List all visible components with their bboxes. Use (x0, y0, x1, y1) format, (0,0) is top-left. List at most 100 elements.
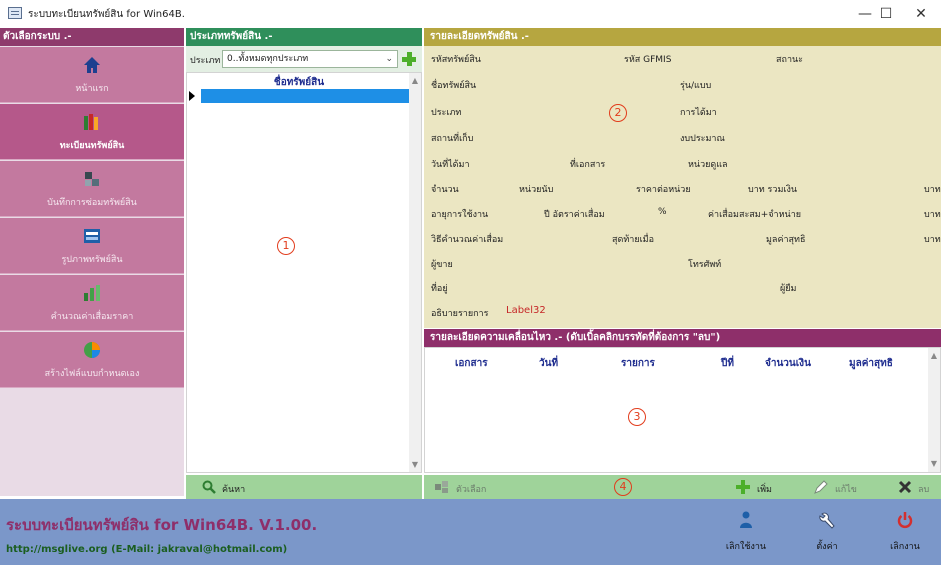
delete-label: ลบ (918, 485, 930, 495)
scroll-up-icon[interactable]: ▲ (409, 75, 421, 87)
options-button[interactable]: ตัวเลือก (434, 479, 514, 495)
movement-header: รายละเอียดความเคลื่อนไหว .- (ดับเบิ้ลคลิ… (424, 329, 941, 347)
label-document-no: ที่เอกสาร (570, 160, 606, 170)
movement-panel: รายละเอียดความเคลื่อนไหว .- (ดับเบิ้ลคลิ… (424, 329, 941, 473)
label-baht-a: บาท (924, 185, 941, 195)
type-filter-select[interactable]: 0..ทั้งหมดทุกประเภท ⌄ (222, 50, 398, 68)
settings-label: ตั้งค่า (816, 542, 838, 552)
sidebar-item-repair[interactable]: บันทึกการซ่อมทรัพย์สิน (0, 161, 184, 217)
sidebar-item-label: สร้างไฟล์แบบกำหนดเอง (44, 369, 140, 379)
add-type-button[interactable] (400, 50, 418, 68)
column-header-document[interactable]: เอกสาร (455, 356, 488, 371)
label-status: สถานะ (776, 55, 803, 65)
action-toolbar: ตัวเลือก 4 เพิ่ม แก้ไข ลบ (424, 475, 941, 499)
chevron-down-icon: ⌄ (385, 54, 393, 64)
column-header-date[interactable]: วันที่ (539, 356, 558, 371)
label-year-rate: ปี อัตราค่าเสื่อม (544, 210, 605, 220)
label-gfmis: รหัส GFMIS (624, 55, 672, 65)
users-button[interactable]: เลิกใช้งาน (716, 507, 776, 559)
options-label: ตัวเลือก (456, 485, 487, 495)
marker-badge-3: 3 (628, 408, 646, 426)
search-button[interactable]: ค้นหา (202, 479, 272, 495)
asset-list-scrollbar[interactable]: ▲ ▼ (409, 73, 421, 472)
settings-button[interactable]: ตั้งค่า (797, 507, 857, 559)
sidebar-item-label: บันทึกการซ่อมทรัพย์สิน (47, 198, 137, 208)
marker-badge-4: 4 (614, 478, 632, 496)
asset-list-grid[interactable]: ชื่อทรัพย์สิน 1 ▲ ▼ (186, 72, 422, 473)
sidebar-item-custom-file[interactable]: สร้างไฟล์แบบกำหนดเอง (0, 332, 184, 388)
label-phone: โทรศัพท์ (688, 260, 722, 270)
close-icon (898, 480, 912, 494)
search-label: ค้นหา (222, 485, 246, 495)
sidebar-item-depreciation[interactable]: คำนวณค่าเสื่อมราคา (0, 275, 184, 331)
edit-label: แก้ไข (835, 485, 857, 495)
add-button[interactable]: เพิ่ม (735, 479, 787, 495)
close-button[interactable]: ✕ (901, 0, 941, 28)
asset-type-header: ประเภททรัพย์สิน .- (186, 28, 422, 46)
user-icon (740, 511, 752, 528)
label-last-date: สุดท้ายเมื่อ (612, 235, 655, 245)
search-icon (202, 480, 216, 494)
asset-detail-header: รายละเอียดทรัพย์สิน .- (424, 28, 941, 46)
power-icon (897, 512, 913, 529)
home-icon (84, 57, 100, 73)
label-baht-c: บาท (924, 235, 941, 245)
label-baht-total: บาท รวมเงิน (748, 185, 798, 195)
row-pointer-icon (189, 91, 195, 101)
puzzle-icon (85, 172, 99, 186)
label-date-acquired: วันที่ได้มา (431, 160, 470, 170)
label-location: สถานที่เก็บ (431, 134, 474, 144)
delete-button[interactable]: ลบ (898, 479, 940, 495)
marker-badge-1: 1 (277, 237, 295, 255)
label-baht-b: บาท (924, 210, 941, 220)
sidebar-header: ตัวเลือกระบบ .- (0, 28, 184, 46)
sidebar-item-label: รูปภาพทรัพย์สิน (61, 255, 123, 265)
label-quantity: จำนวน (431, 185, 459, 195)
label-responsible: หน่วยดูแล (688, 160, 728, 170)
app-version-title: ระบบทะเบียนทรัพย์สิน for Win64B. V.1.00. (6, 516, 318, 534)
sidebar-item-label: คำนวณค่าเสื่อมราคา (50, 312, 134, 322)
label-asset-code: รหัสทรัพย์สิน (431, 55, 481, 65)
exit-label: เลิกงาน (890, 542, 920, 552)
window-title: ระบบทะเบียนทรัพย์สิน for Win64B. (28, 9, 185, 20)
movement-grid[interactable]: เอกสาร วันที่ รายการ ปีที่ จำนวนเงิน มูล… (424, 347, 941, 473)
scroll-up-icon[interactable]: ▲ (928, 350, 940, 362)
label-borrower: ผู้ยืม (780, 284, 797, 294)
selected-row[interactable] (201, 89, 409, 103)
asset-detail-panel: รายละเอียดทรัพย์สิน .- รหัสทรัพย์สิน รหั… (424, 28, 941, 328)
column-header-year[interactable]: ปีที่ (721, 356, 734, 371)
label-unit: หน่วยนับ (519, 185, 554, 195)
label-asset-name: ชื่อทรัพย์สิน (431, 81, 477, 91)
title-bar: ระบบทะเบียนทรัพย์สิน for Win64B. — ☐ ✕ (0, 0, 941, 28)
type-filter-bar: ประเภท 0..ทั้งหมดทุกประเภท ⌄ (186, 46, 422, 72)
label-net-value: มูลค่าสุทธิ (766, 235, 806, 245)
column-header-amount[interactable]: จำนวนเงิน (765, 356, 811, 371)
add-label: เพิ่ม (757, 485, 772, 495)
marker-badge-2: 2 (609, 104, 627, 122)
sidebar-item-home[interactable]: หน้าแรก (0, 47, 184, 103)
contact-info: http://msglive.org (E-Mail: jakraval@hot… (6, 544, 288, 555)
label-budget: งบประมาณ (680, 134, 725, 144)
exit-button[interactable]: เลิกงาน (875, 507, 935, 559)
edit-button[interactable]: แก้ไข (813, 479, 865, 495)
label-life: อายุการใช้งาน (431, 210, 489, 220)
sidebar-item-label: หน้าแรก (75, 84, 109, 94)
bar-chart-icon (84, 285, 100, 301)
movement-scrollbar[interactable]: ▲ ▼ (928, 348, 940, 472)
label-type: ประเภท (431, 108, 462, 118)
label-unit-price: ราคาต่อหน่วย (636, 185, 691, 195)
sidebar-item-assets[interactable]: ทะเบียนทรัพย์สิน (0, 104, 184, 160)
asset-type-panel: ประเภททรัพย์สิน .- ประเภท 0..ทั้งหมดทุกป… (186, 28, 422, 473)
options-icon (435, 481, 448, 493)
search-toolbar: ค้นหา (186, 475, 422, 499)
scroll-down-icon[interactable]: ▼ (409, 459, 421, 471)
maximize-button[interactable]: ☐ (866, 0, 906, 28)
sidebar-item-pictures[interactable]: รูปภาพทรัพย์สิน (0, 218, 184, 274)
wrench-icon (819, 512, 835, 529)
type-filter-label: ประเภท (190, 56, 221, 66)
column-header-item[interactable]: รายการ (621, 356, 655, 371)
label-acquisition: การได้มา (680, 108, 717, 118)
scroll-down-icon[interactable]: ▼ (928, 458, 940, 470)
column-header-net-value[interactable]: มูลค่าสุทธิ (849, 356, 893, 371)
asset-name-column-header[interactable]: ชื่อทรัพย์สิน (201, 75, 397, 90)
